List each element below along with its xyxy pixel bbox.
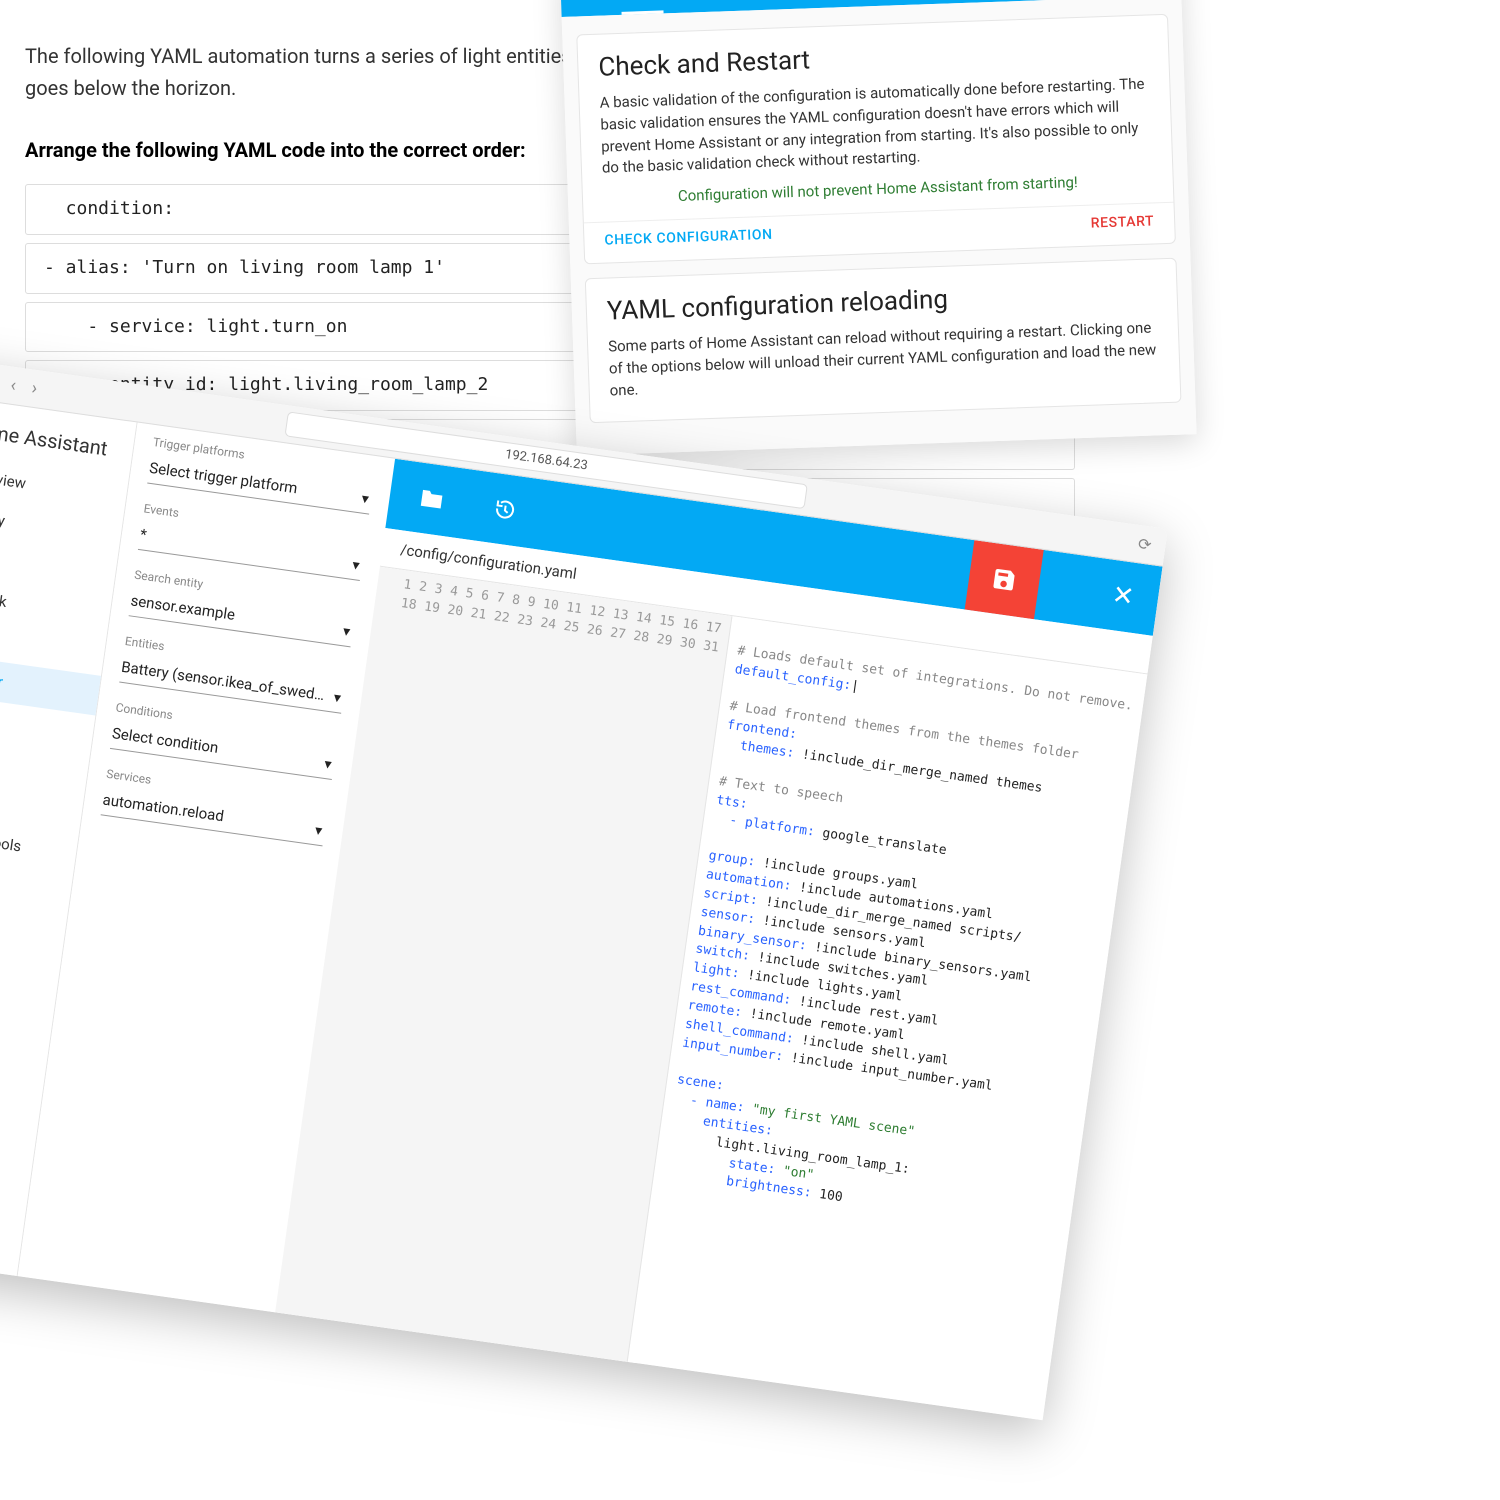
folder-icon[interactable] [419, 488, 446, 511]
refresh-icon[interactable]: ⟳ [1137, 534, 1153, 555]
card-body: Some parts of Home Assistant can reload … [608, 317, 1160, 401]
sidebar-item-label: Developer Tools [0, 823, 22, 856]
card-body: A basic validation of the configuration … [599, 74, 1152, 180]
restart-button[interactable]: RESTART [1090, 213, 1154, 231]
tab-states[interactable]: STATES [692, 0, 749, 12]
field-search-entity[interactable]: Search entitysensor.example▼ [129, 568, 358, 648]
field-services[interactable]: Servicesautomation.reload▼ [101, 767, 330, 847]
nav-forward-icon[interactable]: › [30, 378, 38, 400]
field-conditions[interactable]: ConditionsSelect condition▼ [110, 700, 339, 780]
close-icon[interactable]: ✕ [1083, 557, 1162, 636]
chevron-down-icon: ▼ [321, 757, 335, 773]
editor-main: ✕ /config/configuration.yaml 1 2 3 4 5 6… [275, 459, 1162, 1420]
chevron-down-icon: ▼ [349, 558, 363, 574]
chevron-down-icon: ▼ [330, 690, 344, 706]
field-entities[interactable]: EntitiesBattery (sensor.ikea_of_swed…▼ [119, 634, 348, 714]
app-title: Home Assistant [0, 417, 109, 461]
sidebar-item-label: Energy [0, 506, 6, 530]
save-button[interactable] [965, 540, 1044, 619]
sidebar-item-label: Overview [0, 466, 27, 492]
chevron-down-icon: ▼ [312, 823, 326, 839]
sidebar-item-label: Logbook [0, 585, 8, 611]
check-restart-card: Check and Restart A basic validation of … [576, 14, 1176, 265]
field-events[interactable]: Events*▼ [138, 501, 367, 581]
check-configuration-button[interactable]: CHECK CONFIGURATION [604, 227, 773, 249]
chevron-down-icon: ▼ [340, 624, 354, 640]
yaml-reload-card: YAML configuration reloading Some parts … [585, 258, 1182, 424]
nav-back-icon[interactable]: ‹ [9, 375, 17, 397]
history-icon[interactable] [492, 496, 519, 523]
sidebar-item-label: File editor [0, 664, 4, 691]
devtools-panel: YAMLSTATESSERVICESTEMPLATEEVENTS Check a… [560, 0, 1197, 456]
card-title: YAML configuration reloading [606, 277, 1157, 326]
tab-yaml[interactable]: YAML [620, 0, 663, 15]
card-title: Check and Restart [598, 34, 1149, 83]
chevron-down-icon: ▼ [358, 491, 372, 507]
code-editor[interactable]: 1 2 3 4 5 6 7 8 9 10 11 12 13 14 15 16 1… [275, 567, 1147, 1421]
file-editor-window: ‹ › 192.168.64.23 ⟳ Home Assistant Overv… [0, 355, 1168, 1420]
